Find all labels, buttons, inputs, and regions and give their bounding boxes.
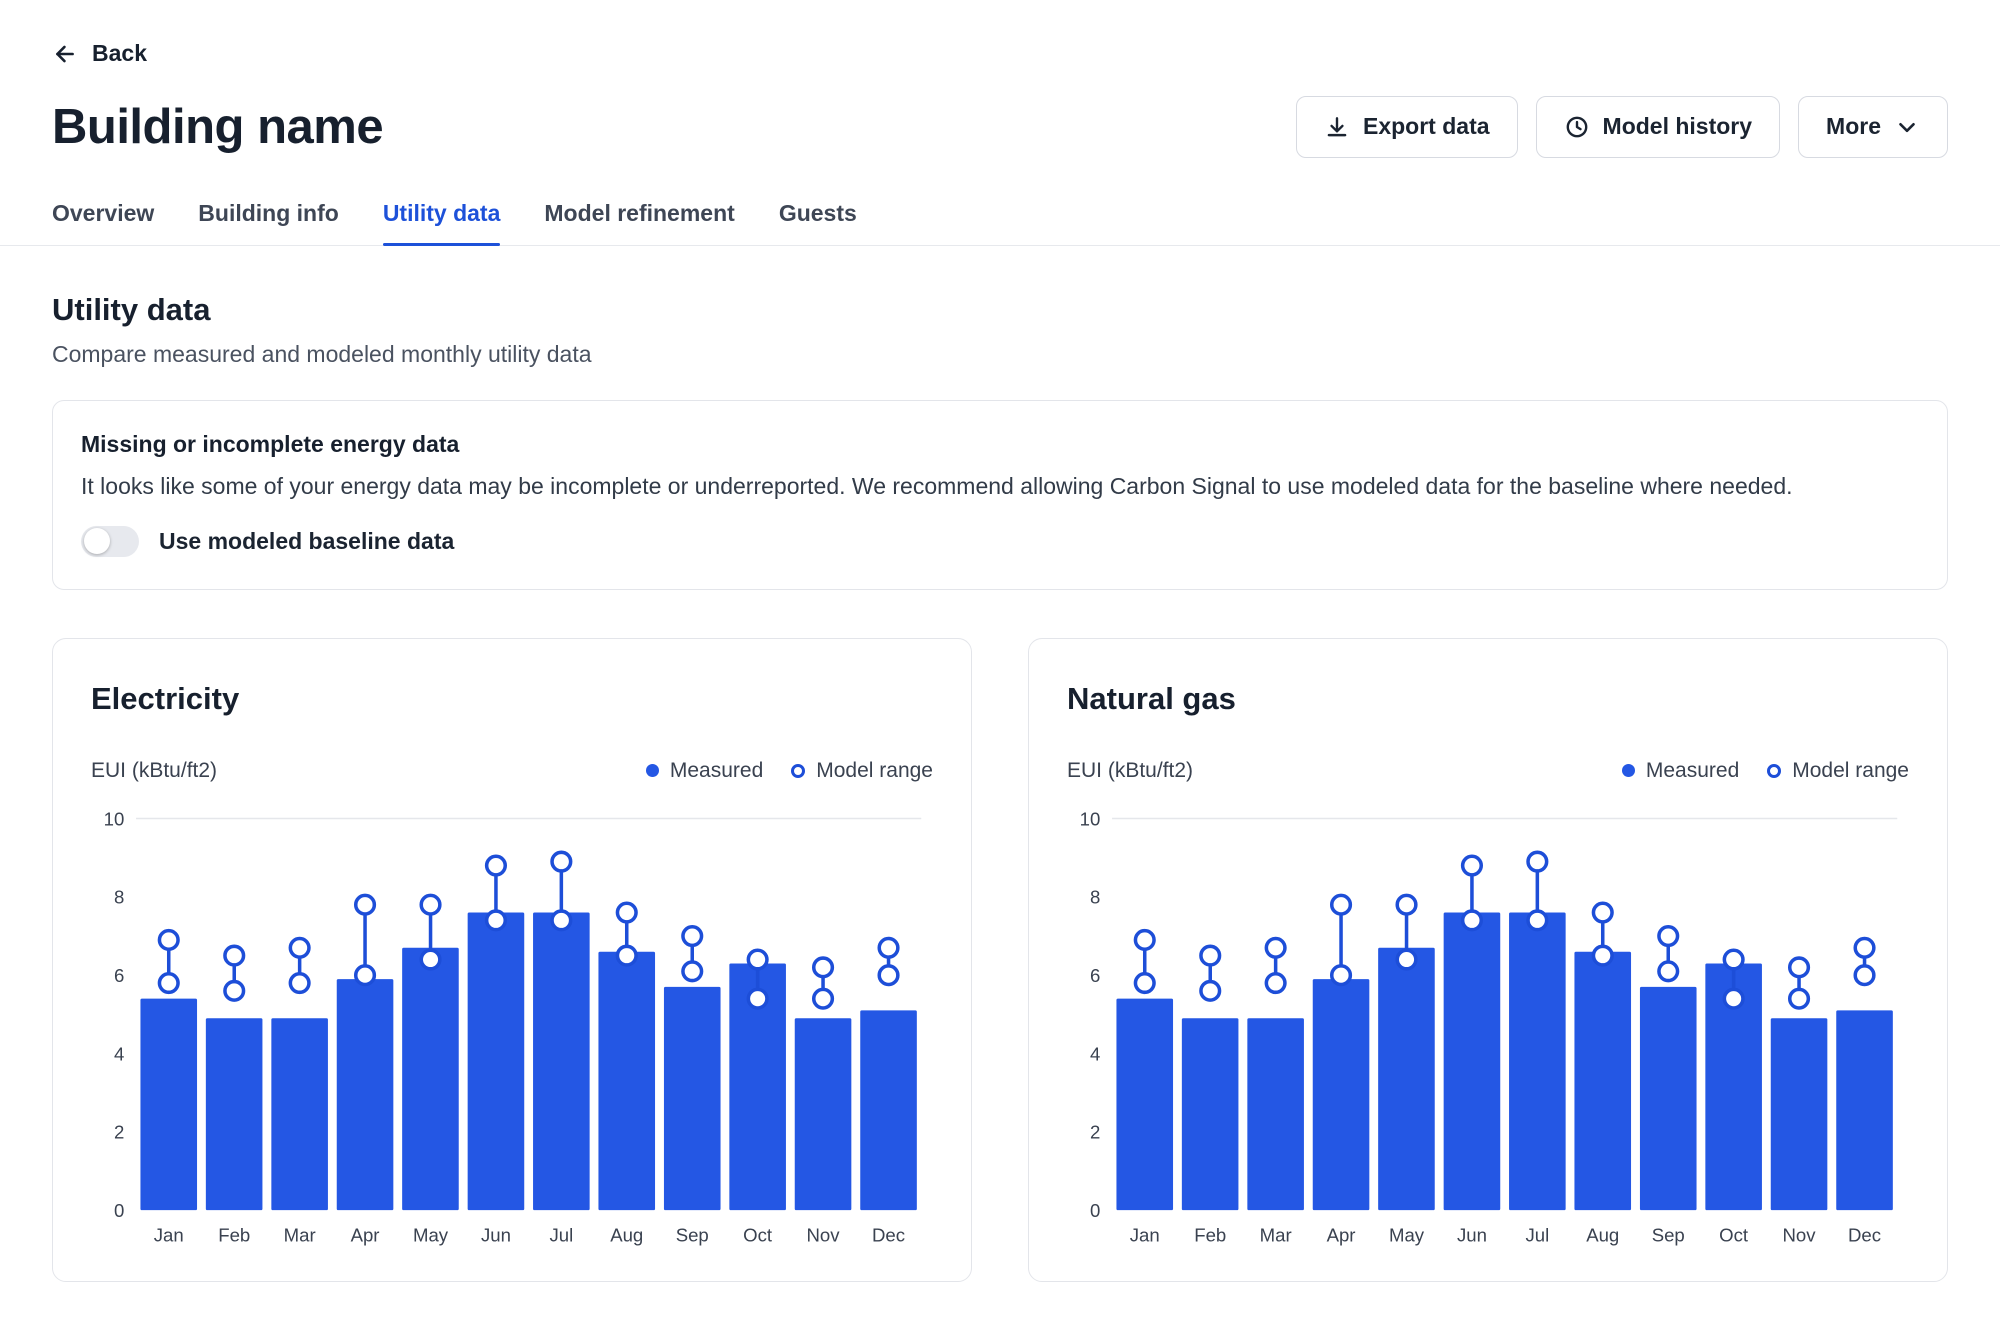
export-data-label: Export data [1363, 113, 1490, 140]
svg-text:6: 6 [1090, 965, 1100, 986]
svg-text:10: 10 [1080, 808, 1101, 829]
svg-text:Jul: Jul [1525, 1224, 1549, 1245]
svg-text:Aug: Aug [1586, 1224, 1619, 1245]
svg-text:Sep: Sep [1652, 1224, 1685, 1245]
legend-model-range: Model range [791, 759, 933, 783]
svg-text:Dec: Dec [1848, 1224, 1881, 1245]
page-title: Building name [52, 99, 383, 155]
tab-model-refinement[interactable]: Model refinement [544, 194, 734, 245]
svg-text:8: 8 [114, 886, 124, 907]
electricity-title: Electricity [91, 681, 933, 717]
svg-text:Oct: Oct [1719, 1224, 1749, 1245]
arrow-left-icon [52, 41, 78, 67]
svg-text:2: 2 [114, 1121, 124, 1142]
natural-gas-card: Natural gas EUI (kBtu/ft2) Measured Mode… [1028, 638, 1948, 1282]
toggle-knob [84, 528, 110, 554]
svg-text:Mar: Mar [1260, 1224, 1292, 1245]
svg-text:0: 0 [114, 1200, 124, 1221]
export-data-button[interactable]: Export data [1296, 96, 1518, 158]
charts-row: Electricity EUI (kBtu/ft2) Measured Mode… [52, 638, 1948, 1282]
natural-gas-ylabel: EUI (kBtu/ft2) [1067, 759, 1193, 783]
toggle-row: Use modeled baseline data [81, 526, 1919, 557]
svg-text:Dec: Dec [872, 1224, 905, 1245]
svg-text:Oct: Oct [743, 1224, 773, 1245]
svg-text:Apr: Apr [1327, 1224, 1356, 1245]
tab-guests[interactable]: Guests [779, 194, 857, 245]
header-actions: Export data Model history More [1296, 96, 1948, 158]
section-subtitle: Compare measured and modeled monthly uti… [52, 341, 1948, 368]
svg-text:Jul: Jul [549, 1224, 573, 1245]
legend-measured: Measured [646, 759, 763, 783]
svg-text:Aug: Aug [610, 1224, 643, 1245]
alert-title: Missing or incomplete energy data [81, 431, 1919, 458]
natural-gas-legend: Measured Model range [1622, 759, 1909, 783]
svg-text:2: 2 [1090, 1121, 1100, 1142]
chevron-down-icon [1894, 114, 1920, 140]
tab-overview[interactable]: Overview [52, 194, 154, 245]
svg-text:8: 8 [1090, 886, 1100, 907]
electricity-card: Electricity EUI (kBtu/ft2) Measured Mode… [52, 638, 972, 1282]
page: Back Building name Export data Model his… [0, 0, 2000, 1282]
toggle-label: Use modeled baseline data [159, 528, 454, 555]
missing-data-alert: Missing or incomplete energy data It loo… [52, 400, 1948, 590]
tab-building-info[interactable]: Building info [198, 194, 339, 245]
svg-text:4: 4 [1090, 1043, 1100, 1064]
more-label: More [1826, 113, 1881, 140]
section-title: Utility data [52, 292, 1948, 328]
legend-model-range: Model range [1767, 759, 1909, 783]
svg-text:Feb: Feb [218, 1224, 250, 1245]
tab-utility-data[interactable]: Utility data [383, 194, 501, 245]
svg-text:Mar: Mar [284, 1224, 316, 1245]
natural-gas-chart: 0 2 4 6 8 10 Jan Feb Mar Apr May Jun Jul Aug Sep Oct Nov… [1067, 797, 1909, 1257]
legend-model-range-label: Model range [816, 759, 933, 783]
title-row: Building name Export data Model history … [52, 96, 1948, 158]
legend-measured-label: Measured [1646, 759, 1739, 783]
alert-body: It looks like some of your energy data m… [81, 473, 1919, 500]
download-icon [1324, 114, 1350, 140]
back-link[interactable]: Back [52, 40, 147, 67]
legend-model-range-label: Model range [1792, 759, 1909, 783]
svg-text:Apr: Apr [351, 1224, 380, 1245]
measured-dot-icon [1622, 764, 1635, 777]
svg-text:0: 0 [1090, 1200, 1100, 1221]
svg-text:May: May [1389, 1224, 1425, 1245]
svg-text:6: 6 [114, 965, 124, 986]
measured-dot-icon [646, 764, 659, 777]
svg-text:Jun: Jun [481, 1224, 511, 1245]
electricity-chart: 0 2 4 6 8 10 Jan Feb Mar Apr May Jun Jul Aug Sep Oct Nov… [91, 797, 933, 1257]
svg-text:Jan: Jan [154, 1224, 184, 1245]
model-range-ring-icon [791, 764, 805, 778]
use-modeled-baseline-toggle[interactable] [81, 526, 139, 557]
svg-text:Jun: Jun [1457, 1224, 1487, 1245]
svg-text:Nov: Nov [1783, 1224, 1817, 1245]
clock-icon [1564, 114, 1590, 140]
svg-text:10: 10 [104, 808, 125, 829]
electricity-legend: Measured Model range [646, 759, 933, 783]
legend-measured: Measured [1622, 759, 1739, 783]
electricity-ylabel: EUI (kBtu/ft2) [91, 759, 217, 783]
more-button[interactable]: More [1798, 96, 1948, 158]
svg-text:May: May [413, 1224, 449, 1245]
model-history-button[interactable]: Model history [1536, 96, 1781, 158]
svg-text:Nov: Nov [807, 1224, 841, 1245]
svg-text:Jan: Jan [1130, 1224, 1160, 1245]
tabs-bar: Overview Building info Utility data Mode… [0, 194, 2000, 246]
model-history-label: Model history [1603, 113, 1753, 140]
model-range-ring-icon [1767, 764, 1781, 778]
svg-text:4: 4 [114, 1043, 124, 1064]
back-label: Back [92, 40, 147, 67]
svg-text:Feb: Feb [1194, 1224, 1226, 1245]
natural-gas-title: Natural gas [1067, 681, 1909, 717]
svg-text:Sep: Sep [676, 1224, 709, 1245]
natural-gas-chart-header: EUI (kBtu/ft2) Measured Model range [1067, 759, 1909, 783]
legend-measured-label: Measured [670, 759, 763, 783]
electricity-chart-header: EUI (kBtu/ft2) Measured Model range [91, 759, 933, 783]
